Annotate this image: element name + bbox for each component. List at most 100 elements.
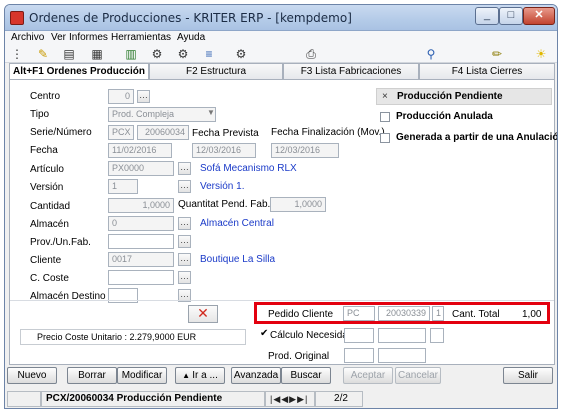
status-generada-checkbox[interactable] — [380, 133, 390, 143]
version-lookup-button[interactable]: … — [178, 180, 191, 193]
tab-estructura[interactable]: F2 Estructura — [149, 63, 283, 79]
articulo-label: Artículo — [30, 164, 64, 175]
numero-field[interactable]: 20060034 — [137, 125, 189, 140]
cliente-field[interactable]: 0017 — [108, 252, 174, 267]
cliente-lookup-button[interactable]: … — [178, 253, 191, 266]
maximize-button[interactable]: □ — [499, 7, 523, 25]
articulo-description: Sofá Mecanismo RLX — [200, 163, 297, 174]
almacen-lookup-button[interactable]: … — [178, 217, 191, 230]
status-anulada-checkbox[interactable] — [380, 112, 390, 122]
coste-label: C. Coste — [30, 273, 69, 284]
minimize-button[interactable]: _ — [475, 7, 499, 25]
status-bar: PCX/20060034 Producción Pendiente |◀◀▶▶|… — [5, 389, 557, 408]
nuevo-button[interactable]: Nuevo — [7, 367, 57, 384]
menu-informes[interactable]: Informes — [69, 32, 108, 43]
buscar-button[interactable]: Buscar — [281, 367, 331, 384]
quantitat-pend-field[interactable]: 1,0000 — [270, 197, 326, 212]
calculator-icon[interactable]: ▦ — [89, 46, 105, 62]
cant-total-value: 1,00 — [522, 309, 542, 320]
status-anulada[interactable]: Producción Anulada — [376, 109, 552, 126]
paperclip-icon[interactable]: ⚲ — [423, 46, 439, 62]
fecha-prevista-label: Fecha Prevista — [192, 128, 259, 139]
cantidad-field[interactable]: 1,0000 — [108, 198, 174, 213]
prod-original-field-1[interactable] — [344, 348, 374, 363]
prov-field[interactable] — [108, 234, 174, 249]
fecha-prevista-field[interactable]: 12/03/2016 — [192, 143, 256, 158]
fecha-finalizacion-field[interactable]: 12/03/2016 — [271, 143, 339, 158]
prov-lookup-button[interactable]: … — [178, 235, 191, 248]
gear-icon[interactable]: ⚙ — [149, 46, 165, 62]
record-position: 2/2 — [315, 391, 363, 407]
title-bar: Ordenes de Producciones - KRITER ERP - [… — [5, 5, 557, 31]
wand-icon[interactable]: ✎ — [35, 46, 51, 62]
serie-field[interactable]: PCX — [108, 125, 134, 140]
record-navigator: |◀◀▶▶| — [265, 391, 315, 407]
almacen-field[interactable]: 0 — [108, 216, 174, 231]
menu-ver[interactable]: Ver — [51, 32, 66, 43]
menu-bar: Archivo Ver Informes Herramientas Ayuda — [5, 31, 557, 45]
coste-lookup-button[interactable]: … — [178, 271, 191, 284]
cliente-description: Boutique La Silla — [200, 254, 276, 265]
precio-coste: Precio Coste Unitario : 2.279,9000 EUR — [20, 329, 246, 345]
aceptar-button[interactable]: Aceptar — [343, 367, 393, 384]
document-search-icon[interactable]: ▤ — [61, 46, 77, 62]
calculo-field-3[interactable] — [430, 328, 444, 343]
calculo-field-2[interactable] — [378, 328, 426, 343]
gear-arrow-icon[interactable]: ⚙ — [175, 46, 191, 62]
pedido-serie-field[interactable]: PC — [343, 306, 375, 321]
tab-lista-fabricaciones[interactable]: F3 Lista Fabricaciones — [283, 63, 419, 79]
fecha-field[interactable]: 11/02/2016 — [108, 143, 172, 158]
cant-total-label: Cant. Total — [452, 309, 500, 320]
menu-archivo[interactable]: Archivo — [11, 32, 44, 43]
pedido-linea-field[interactable]: 1 — [432, 306, 444, 321]
delete-x-button[interactable]: ✕ — [188, 305, 218, 323]
status-icon-segment — [7, 391, 41, 407]
tree-icon[interactable]: ⋮ — [9, 46, 25, 62]
articulo-field[interactable]: PX0000 — [108, 161, 174, 176]
spreadsheet-icon[interactable]: ▥ — [123, 46, 139, 62]
tipo-label: Tipo — [30, 109, 50, 120]
calculo-field-1[interactable] — [344, 328, 374, 343]
tab-lista-cierres[interactable]: F4 Lista Cierres — [419, 63, 555, 79]
check-icon: ✔ — [260, 328, 269, 339]
salir-button[interactable]: Salir — [503, 367, 553, 384]
centro-lookup-button[interactable]: … — [137, 90, 150, 103]
prod-original-field-2[interactable] — [378, 348, 426, 363]
status-pendiente[interactable]: × Producción Pendiente — [376, 88, 552, 105]
status-generada[interactable]: Generada a partir de una Anulación — [376, 130, 557, 147]
version-field[interactable]: 1 — [108, 179, 138, 194]
coste-field[interactable] — [108, 270, 174, 285]
cancelar-button[interactable]: Cancelar — [395, 367, 441, 384]
menu-ayuda[interactable]: Ayuda — [177, 32, 205, 43]
status-anulada-label: Producción Anulada — [396, 111, 493, 122]
close-icon: × — [382, 91, 388, 102]
modificar-button[interactable]: Modificar — [117, 367, 167, 384]
chevron-down-icon[interactable]: ▼ — [207, 108, 215, 117]
pedido-numero-field[interactable]: 20030339 — [378, 306, 430, 321]
attachment-icon[interactable]: ✏ — [489, 46, 505, 62]
tab-ordenes-produccion[interactable]: Alt+F1 Ordenes Producción — [9, 63, 149, 80]
borrar-button[interactable]: Borrar — [67, 367, 117, 384]
version-label: Versión — [30, 182, 64, 193]
fecha-label: Fecha — [30, 145, 58, 156]
close-button[interactable]: ✕ — [523, 7, 555, 25]
settings-check-icon[interactable]: ⚙ — [233, 46, 249, 62]
app-logo-icon — [10, 11, 24, 25]
cliente-label: Cliente — [30, 255, 62, 266]
tipo-select-value: Prod. Compleja — [112, 109, 175, 119]
avanzada-button[interactable]: Avanzada — [231, 367, 281, 384]
ir-a-button[interactable]: ▲ Ir a ... — [175, 367, 225, 384]
almacen-label: Almacén — [30, 219, 69, 230]
record-nav-arrows-icon[interactable]: |◀◀▶▶| — [270, 394, 308, 404]
record-status: PCX/20060034 Producción Pendiente — [41, 391, 265, 407]
prov-label: Prov./Un.Fab. — [30, 237, 91, 248]
list-check-icon[interactable]: ≡ — [201, 46, 217, 62]
articulo-lookup-button[interactable]: … — [178, 162, 191, 175]
menu-herramientas[interactable]: Herramientas — [111, 32, 171, 43]
pedido-cliente-label: Pedido Cliente — [268, 309, 334, 320]
printer-icon[interactable]: ⎙ — [303, 46, 319, 62]
tipo-select[interactable]: Prod. Compleja — [108, 107, 216, 122]
lightbulb-icon[interactable]: ☀ — [533, 46, 549, 62]
centro-field[interactable]: 0 — [108, 89, 134, 104]
bottom-area: ✕ Pedido Cliente PC 20030339 1 Cant. Tot… — [10, 300, 554, 364]
